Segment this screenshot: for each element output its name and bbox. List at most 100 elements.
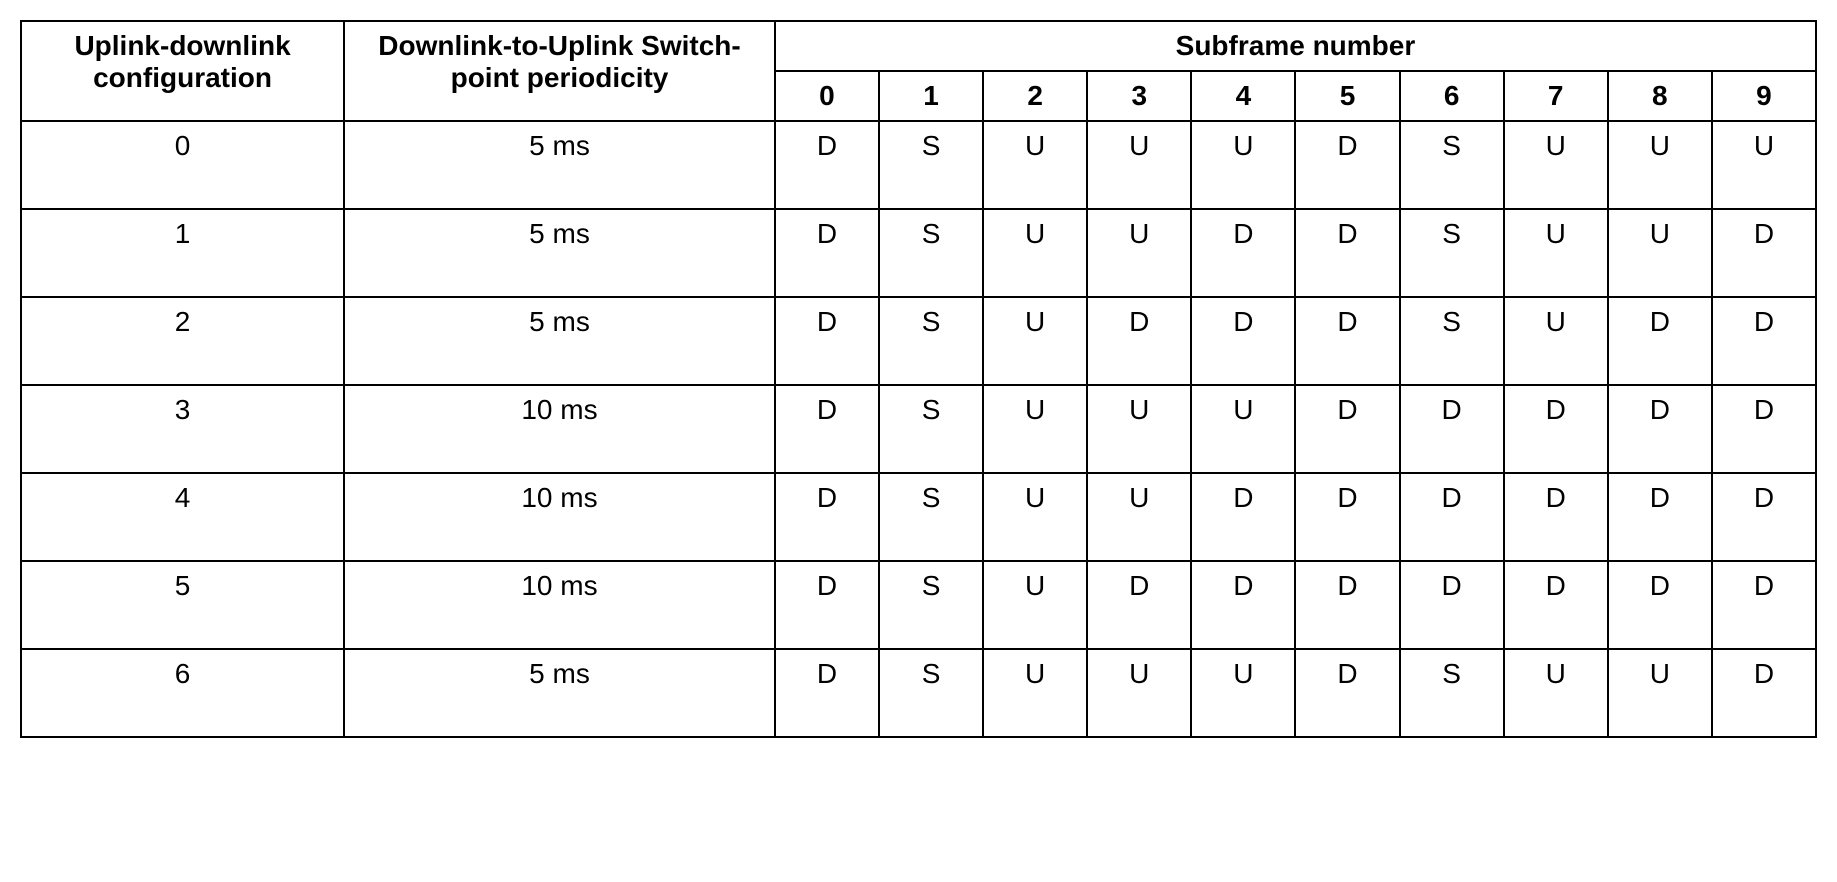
table-row: 05 msDSUUUDSUUU [21, 121, 1816, 209]
cell-config: 4 [21, 473, 344, 561]
header-subframe-1: 1 [879, 71, 983, 121]
cell-subframe: D [1087, 297, 1191, 385]
cell-subframe: S [879, 385, 983, 473]
cell-subframe: D [1400, 385, 1504, 473]
cell-subframe: D [1087, 561, 1191, 649]
cell-config: 0 [21, 121, 344, 209]
header-subframe-0: 0 [775, 71, 879, 121]
table-row: 310 msDSUUUDDDDD [21, 385, 1816, 473]
cell-subframe: U [1087, 385, 1191, 473]
cell-subframe: U [983, 297, 1087, 385]
cell-subframe: D [1712, 385, 1816, 473]
cell-subframe: D [1191, 297, 1295, 385]
cell-subframe: D [775, 649, 879, 737]
cell-subframe: S [1400, 649, 1504, 737]
header-subframe-2: 2 [983, 71, 1087, 121]
cell-periodicity: 5 ms [344, 209, 775, 297]
header-periodicity: Downlink-to-Uplink Switch-point periodic… [344, 21, 775, 121]
table-row: 410 msDSUUDDDDDD [21, 473, 1816, 561]
cell-subframe: U [983, 561, 1087, 649]
table-row: 510 msDSUDDDDDDD [21, 561, 1816, 649]
cell-config: 2 [21, 297, 344, 385]
cell-subframe: U [1504, 209, 1608, 297]
cell-config: 1 [21, 209, 344, 297]
cell-subframe: D [1504, 385, 1608, 473]
header-subframe-7: 7 [1504, 71, 1608, 121]
cell-subframe: U [1191, 385, 1295, 473]
cell-subframe: U [983, 121, 1087, 209]
cell-subframe: U [1504, 297, 1608, 385]
cell-subframe: S [879, 121, 983, 209]
cell-subframe: U [1191, 649, 1295, 737]
cell-subframe: U [1608, 209, 1712, 297]
header-subframe-5: 5 [1295, 71, 1399, 121]
cell-subframe: D [775, 473, 879, 561]
header-subframe-4: 4 [1191, 71, 1295, 121]
cell-subframe: D [775, 561, 879, 649]
cell-subframe: S [879, 649, 983, 737]
cell-periodicity: 10 ms [344, 561, 775, 649]
cell-subframe: U [983, 385, 1087, 473]
cell-periodicity: 5 ms [344, 121, 775, 209]
cell-subframe: U [1087, 121, 1191, 209]
cell-subframe: S [879, 297, 983, 385]
header-subframe-9: 9 [1712, 71, 1816, 121]
table-body: 05 msDSUUUDSUUU15 msDSUUDDSUUD25 msDSUDD… [21, 121, 1816, 737]
cell-subframe: U [1504, 649, 1608, 737]
cell-subframe: D [1608, 473, 1712, 561]
header-subframe-8: 8 [1608, 71, 1712, 121]
header-subframe-6: 6 [1400, 71, 1504, 121]
cell-subframe: D [775, 209, 879, 297]
cell-periodicity: 10 ms [344, 385, 775, 473]
cell-subframe: S [1400, 121, 1504, 209]
cell-subframe: D [1295, 473, 1399, 561]
cell-subframe: D [1608, 297, 1712, 385]
cell-subframe: U [1087, 473, 1191, 561]
cell-subframe: D [775, 121, 879, 209]
cell-subframe: D [1504, 561, 1608, 649]
cell-subframe: D [1295, 209, 1399, 297]
cell-periodicity: 5 ms [344, 297, 775, 385]
cell-subframe: D [775, 385, 879, 473]
cell-subframe: S [879, 209, 983, 297]
cell-subframe: D [1295, 649, 1399, 737]
cell-subframe: D [775, 297, 879, 385]
cell-subframe: D [1712, 649, 1816, 737]
header-config: Uplink-downlink configuration [21, 21, 344, 121]
cell-subframe: D [1504, 473, 1608, 561]
cell-subframe: D [1191, 561, 1295, 649]
cell-config: 6 [21, 649, 344, 737]
cell-subframe: S [1400, 209, 1504, 297]
cell-subframe: U [983, 209, 1087, 297]
cell-subframe: D [1712, 561, 1816, 649]
cell-subframe: D [1191, 473, 1295, 561]
table-row: 65 msDSUUUDSUUD [21, 649, 1816, 737]
cell-subframe: D [1295, 561, 1399, 649]
cell-subframe: D [1295, 121, 1399, 209]
cell-subframe: D [1400, 561, 1504, 649]
cell-subframe: D [1712, 473, 1816, 561]
cell-subframe: S [879, 473, 983, 561]
cell-config: 3 [21, 385, 344, 473]
cell-subframe: U [1608, 121, 1712, 209]
table-row: 25 msDSUDDDSUDD [21, 297, 1816, 385]
cell-subframe: U [983, 473, 1087, 561]
cell-subframe: U [1191, 121, 1295, 209]
header-subframe-3: 3 [1087, 71, 1191, 121]
cell-subframe: D [1191, 209, 1295, 297]
cell-subframe: D [1712, 297, 1816, 385]
cell-subframe: D [1295, 297, 1399, 385]
uplink-downlink-table: Uplink-downlink configuration Downlink-t… [20, 20, 1817, 738]
cell-config: 5 [21, 561, 344, 649]
cell-subframe: D [1400, 473, 1504, 561]
cell-subframe: U [983, 649, 1087, 737]
cell-subframe: D [1295, 385, 1399, 473]
cell-subframe: D [1608, 385, 1712, 473]
table-row: 15 msDSUUDDSUUD [21, 209, 1816, 297]
cell-subframe: U [1712, 121, 1816, 209]
cell-subframe: D [1608, 561, 1712, 649]
cell-subframe: U [1504, 121, 1608, 209]
header-subframe-group: Subframe number [775, 21, 1816, 71]
cell-subframe: S [1400, 297, 1504, 385]
cell-periodicity: 10 ms [344, 473, 775, 561]
